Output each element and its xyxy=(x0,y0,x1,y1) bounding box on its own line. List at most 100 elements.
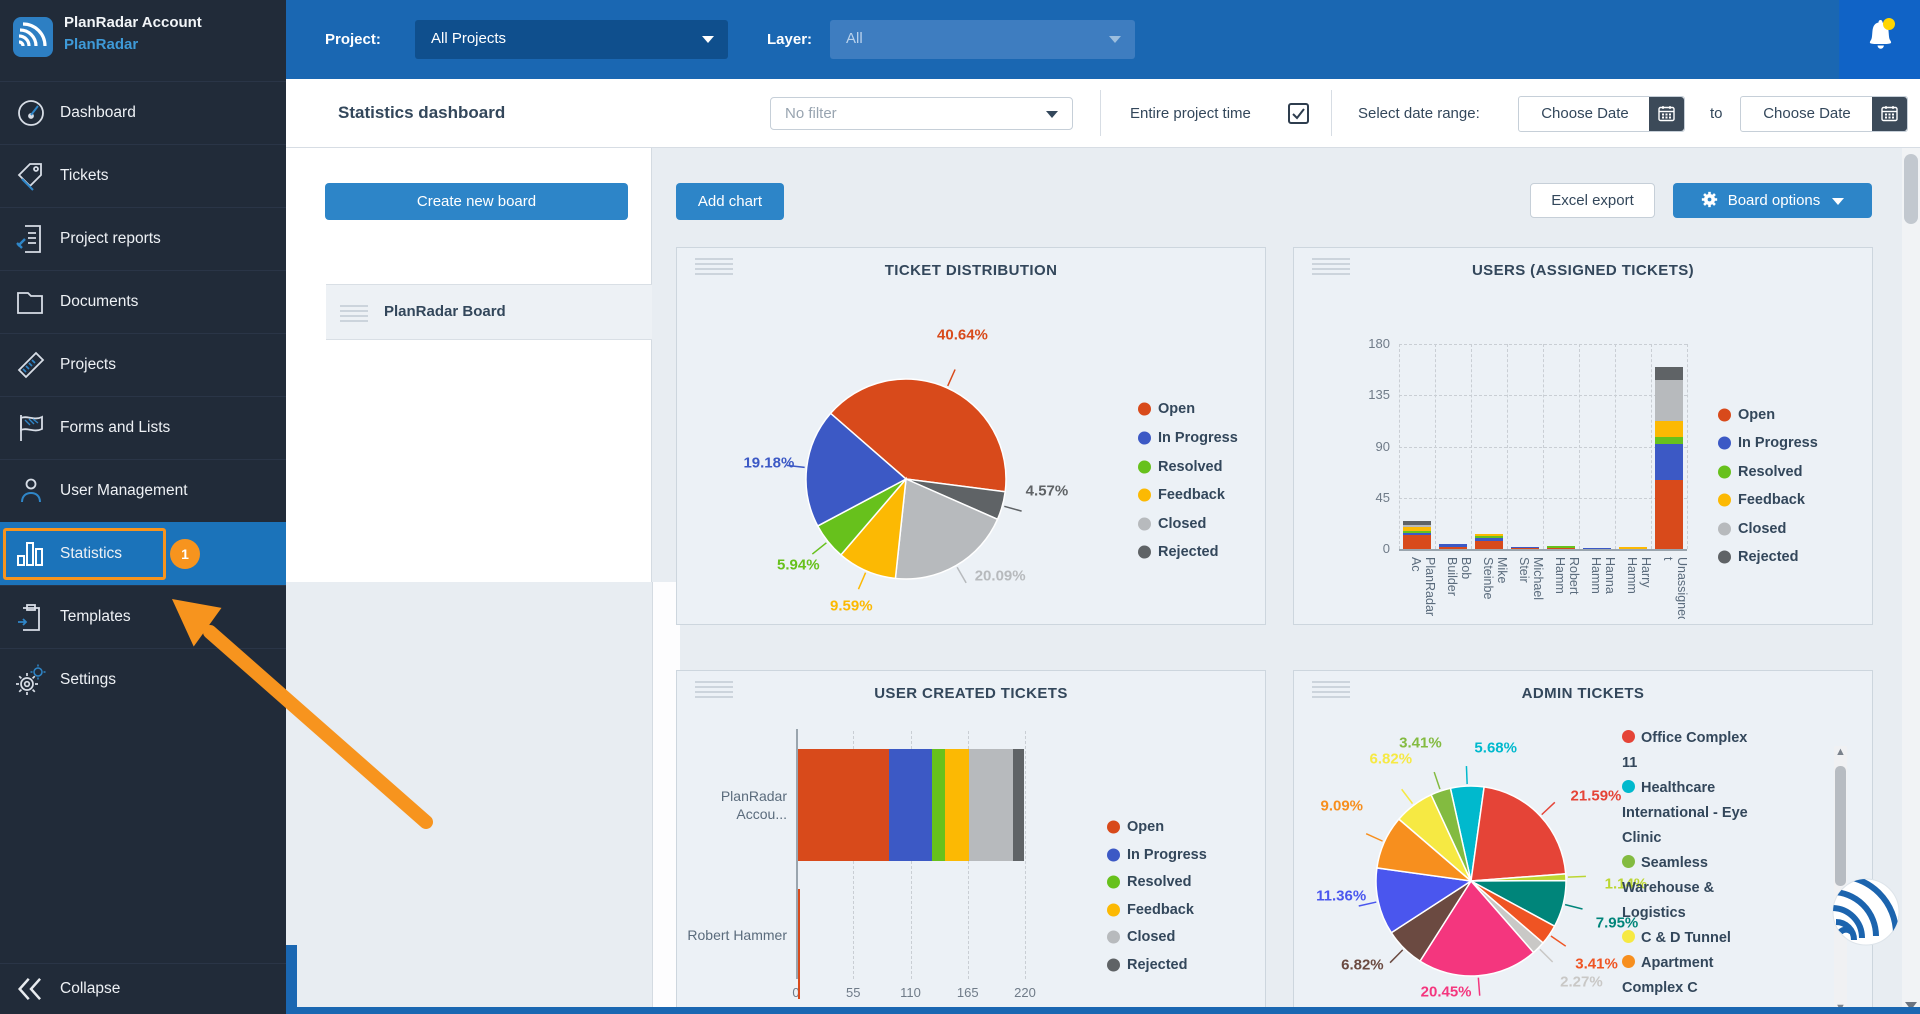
legend-item[interactable]: In Progress xyxy=(1107,845,1207,865)
bar-segment[interactable] xyxy=(1475,534,1503,536)
main-scrollbar[interactable] xyxy=(1902,148,1920,1014)
legend-item[interactable]: Feedback xyxy=(1107,900,1194,920)
bar-segment[interactable] xyxy=(1655,437,1683,444)
legend-item[interactable]: Closed xyxy=(1138,514,1206,534)
account-name: PlanRadar xyxy=(64,36,138,53)
add-chart-button[interactable]: Add chart xyxy=(676,183,784,220)
chart-title: USERS (ASSIGNED TICKETS) xyxy=(1294,262,1872,279)
scrollbar-thumb[interactable] xyxy=(1904,154,1918,224)
bar-segment[interactable] xyxy=(1403,525,1431,527)
legend-item[interactable]: Rejected xyxy=(1718,547,1798,567)
bar-segment[interactable] xyxy=(1475,536,1503,538)
legend-dot-icon xyxy=(1622,780,1635,793)
entire-project-time-checkbox[interactable] xyxy=(1288,103,1309,124)
window-edge xyxy=(286,945,297,1014)
collapse-button[interactable]: Collapse xyxy=(0,963,286,1014)
date-to-button[interactable]: Choose Date xyxy=(1740,96,1908,132)
filter-select[interactable]: No filter xyxy=(770,97,1073,130)
sidebar-item-dashboard[interactable]: Dashboard xyxy=(0,81,286,144)
legend-item[interactable]: Rejected xyxy=(1107,955,1187,975)
bar-segment[interactable] xyxy=(1403,531,1431,533)
bar-segment[interactable] xyxy=(1655,367,1683,381)
drag-handle-icon[interactable] xyxy=(340,305,368,325)
label-leader-line xyxy=(1402,789,1413,803)
legend-item[interactable]: Healthcare International - Eye Clinic xyxy=(1622,776,1762,851)
legend-item[interactable]: Closed xyxy=(1107,927,1175,947)
sidebar-item-projects[interactable]: Projects xyxy=(0,333,286,396)
sidebar-item-templates[interactable]: Templates xyxy=(0,585,286,648)
layer-select-disabled[interactable]: All xyxy=(830,20,1135,59)
sidebar-item-label: Dashboard xyxy=(60,104,136,122)
legend-dot-icon xyxy=(1107,821,1120,834)
bar-segment[interactable] xyxy=(1439,547,1467,549)
sidebar-item-user-management[interactable]: User Management xyxy=(0,459,286,522)
sidebar-item-tickets[interactable]: Tickets xyxy=(0,144,286,207)
create-new-board-button[interactable]: Create new board xyxy=(325,183,628,220)
bar-segment[interactable] xyxy=(1403,526,1431,531)
sidebar-item-label: Templates xyxy=(60,608,131,626)
bar-segment[interactable] xyxy=(969,749,1014,861)
legend-item[interactable]: Closed xyxy=(1718,519,1786,539)
board-options-button[interactable]: Board options xyxy=(1673,183,1872,218)
bar-segment[interactable] xyxy=(1475,541,1503,549)
legend-dot-icon xyxy=(1107,876,1120,889)
date-from-value: Choose Date xyxy=(1519,105,1651,122)
scrollbar-thumb[interactable] xyxy=(1835,766,1846,886)
project-select[interactable]: All Projects xyxy=(415,20,728,59)
legend-item[interactable]: C & D Tunnel xyxy=(1622,926,1762,951)
legend-item[interactable]: In Progress xyxy=(1138,428,1238,448)
sidebar-item-label: Forms and Lists xyxy=(60,419,170,437)
legend-item[interactable]: Seamless Warehouse & Logistics xyxy=(1622,851,1762,926)
bar-segment[interactable] xyxy=(1583,548,1611,550)
legend-item[interactable]: In Progress xyxy=(1718,433,1818,453)
scroll-up-arrow-icon[interactable]: ▲ xyxy=(1834,746,1847,758)
legend-label: Apartment Complex C xyxy=(1622,955,1714,996)
legend-item[interactable]: Rejected xyxy=(1138,542,1218,562)
legend-item[interactable]: Resolved xyxy=(1718,462,1802,482)
bar-segment[interactable] xyxy=(1475,538,1503,541)
sidebar-item-project-reports[interactable]: Project reports xyxy=(0,207,286,270)
legend-item[interactable]: Office Complex 11 xyxy=(1622,726,1762,776)
bar-segment[interactable] xyxy=(798,889,800,999)
bar-segment[interactable] xyxy=(1511,547,1539,549)
notifications-button[interactable] xyxy=(1839,0,1920,79)
bar-segment[interactable] xyxy=(1655,421,1683,437)
legend-item[interactable]: Feedback xyxy=(1138,485,1225,505)
bar-segment[interactable] xyxy=(1013,749,1023,861)
account-header[interactable]: PlanRadar Account PlanRadar xyxy=(0,0,286,81)
sidebar-item-statistics[interactable]: Statistics xyxy=(0,522,286,585)
legend-item[interactable]: Resolved xyxy=(1107,872,1191,892)
pie-slice[interactable] xyxy=(1471,787,1566,881)
bar-segment[interactable] xyxy=(932,749,944,861)
legend-item[interactable]: Open xyxy=(1138,399,1195,419)
legend-item[interactable]: Resolved xyxy=(1138,457,1222,477)
legend-dot-icon xyxy=(1622,955,1635,968)
bar-segment[interactable] xyxy=(1439,544,1467,546)
bar-segment[interactable] xyxy=(1547,546,1575,548)
legend-item[interactable]: Feedback xyxy=(1718,490,1805,510)
legend-label: Open xyxy=(1738,407,1775,423)
bar-segment[interactable] xyxy=(945,749,969,861)
project-select-value: All Projects xyxy=(431,30,506,47)
legend-dot-icon xyxy=(1138,461,1151,474)
sidebar-item-forms-and-lists[interactable]: Forms and Lists xyxy=(0,396,286,459)
sidebar-item-settings[interactable]: Settings xyxy=(0,648,286,711)
sidebar-item-label: Statistics xyxy=(60,545,122,563)
excel-export-button[interactable]: Excel export xyxy=(1530,183,1655,218)
bar-segment[interactable] xyxy=(1403,533,1431,535)
bar-segment[interactable] xyxy=(1655,480,1683,549)
bar-segment[interactable] xyxy=(1403,521,1431,526)
board-list-item[interactable]: PlanRadar Board xyxy=(326,284,652,340)
legend-item[interactable]: Apartment Complex C xyxy=(1622,951,1762,1001)
bar-segment[interactable] xyxy=(1655,444,1683,479)
sidebar-item-documents[interactable]: Documents xyxy=(0,270,286,333)
date-from-button[interactable]: Choose Date xyxy=(1518,96,1685,132)
bar-segment[interactable] xyxy=(1403,535,1431,549)
bar-segment[interactable] xyxy=(1547,548,1575,550)
bar-segment[interactable] xyxy=(889,749,933,861)
legend-item[interactable]: Open xyxy=(1107,817,1164,837)
bar-segment[interactable] xyxy=(798,749,889,861)
legend-item[interactable]: Open xyxy=(1718,405,1775,425)
bar-segment[interactable] xyxy=(1619,547,1647,549)
bar-segment[interactable] xyxy=(1655,380,1683,421)
